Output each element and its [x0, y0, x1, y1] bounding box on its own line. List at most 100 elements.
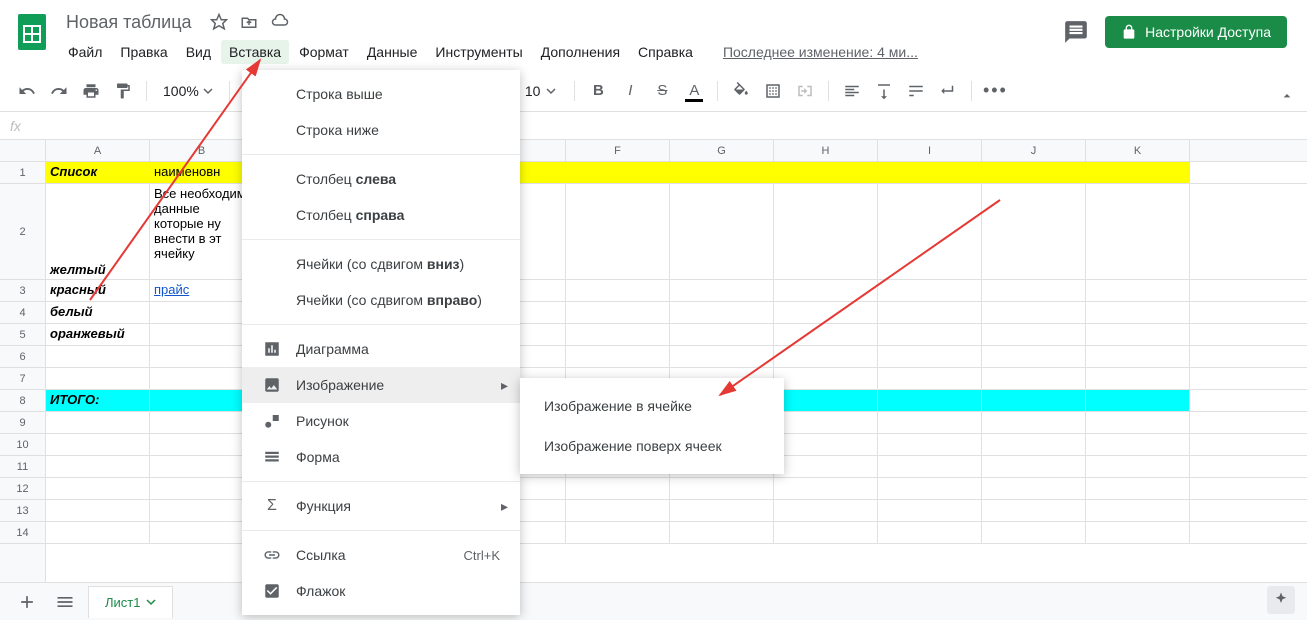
cell[interactable] [670, 346, 774, 367]
row-header[interactable]: 13 [0, 500, 45, 522]
collapse-toolbar-icon[interactable] [1275, 84, 1299, 108]
cell[interactable] [670, 500, 774, 521]
wrap-button[interactable] [901, 76, 931, 106]
cell[interactable] [982, 368, 1086, 389]
cell[interactable] [1086, 324, 1190, 345]
undo-button[interactable] [12, 76, 42, 106]
bold-button[interactable]: B [583, 76, 613, 106]
cell[interactable] [150, 368, 254, 389]
cell[interactable] [774, 412, 878, 433]
cell[interactable] [1086, 184, 1190, 279]
col-header[interactable]: F [566, 140, 670, 161]
cell[interactable] [46, 478, 150, 499]
cell[interactable]: белый [46, 302, 150, 323]
menu-row-above[interactable]: Строка выше [242, 76, 520, 112]
cell[interactable] [566, 478, 670, 499]
row-header[interactable]: 5 [0, 324, 45, 346]
borders-button[interactable] [758, 76, 788, 106]
comment-icon[interactable] [1063, 19, 1089, 45]
cell[interactable] [774, 434, 878, 455]
cell[interactable] [1086, 346, 1190, 367]
cell[interactable] [150, 324, 254, 345]
cell[interactable]: ИТОГО: [46, 390, 150, 411]
menu-row-below[interactable]: Строка ниже [242, 112, 520, 148]
last-edit-link[interactable]: Последнее изменение: 4 ми... [723, 44, 918, 60]
cell[interactable] [774, 324, 878, 345]
document-title[interactable]: Новая таблица [60, 10, 198, 35]
cell[interactable] [150, 302, 254, 323]
valign-button[interactable] [869, 76, 899, 106]
cell[interactable] [982, 500, 1086, 521]
col-header[interactable]: G [670, 140, 774, 161]
cell[interactable] [46, 456, 150, 477]
menu-col-left[interactable]: Столбец слева [242, 161, 520, 197]
col-header[interactable]: A [46, 140, 150, 161]
row-header[interactable]: 3 [0, 280, 45, 302]
add-sheet-button[interactable] [12, 587, 42, 617]
text-color-button[interactable]: A [679, 76, 709, 106]
cell[interactable] [150, 500, 254, 521]
cell[interactable] [566, 302, 670, 323]
menu-format[interactable]: Формат [291, 40, 357, 64]
menu-link[interactable]: СсылкаCtrl+K [242, 537, 520, 573]
cell[interactable] [774, 302, 878, 323]
cell[interactable] [878, 324, 982, 345]
cell[interactable] [982, 280, 1086, 301]
cell[interactable] [878, 478, 982, 499]
cell[interactable] [774, 522, 878, 543]
cell[interactable] [566, 500, 670, 521]
cell[interactable] [670, 302, 774, 323]
cell[interactable] [982, 478, 1086, 499]
cloud-icon[interactable] [270, 13, 290, 31]
row-header[interactable]: 9 [0, 412, 45, 434]
cell[interactable] [670, 280, 774, 301]
italic-button[interactable]: I [615, 76, 645, 106]
formula-bar[interactable]: fx [0, 112, 1307, 140]
share-button[interactable]: Настройки Доступа [1105, 16, 1287, 48]
menu-insert[interactable]: Вставка [221, 40, 289, 64]
cell[interactable] [878, 456, 982, 477]
cell[interactable] [1086, 280, 1190, 301]
cell[interactable] [46, 522, 150, 543]
cell[interactable] [878, 184, 982, 279]
cell[interactable] [878, 412, 982, 433]
menu-checkbox[interactable]: Флажок [242, 573, 520, 609]
row-header[interactable]: 6 [0, 346, 45, 368]
star-icon[interactable] [210, 13, 228, 31]
cell[interactable] [878, 302, 982, 323]
fontsize-select[interactable]: 10 [515, 79, 567, 103]
cell[interactable] [982, 522, 1086, 543]
cell[interactable] [1086, 522, 1190, 543]
cell[interactable] [774, 500, 878, 521]
menu-cells-down[interactable]: Ячейки (со сдвигом вниз) [242, 246, 520, 282]
row-header[interactable]: 2 [0, 184, 45, 280]
cell[interactable] [982, 184, 1086, 279]
col-header[interactable]: B [150, 140, 254, 161]
fill-color-button[interactable] [726, 76, 756, 106]
sheet-tab[interactable]: Лист1 [88, 586, 173, 618]
cell[interactable]: Все необходим данные которые ну внести в… [150, 184, 254, 279]
explore-button[interactable] [1267, 586, 1295, 614]
cell[interactable]: красный [46, 280, 150, 301]
menu-help[interactable]: Справка [630, 40, 701, 64]
cell[interactable] [774, 184, 878, 279]
cell[interactable] [982, 346, 1086, 367]
col-header[interactable]: J [982, 140, 1086, 161]
cell[interactable] [878, 390, 982, 411]
all-sheets-button[interactable] [50, 587, 80, 617]
menu-data[interactable]: Данные [359, 40, 426, 64]
cell[interactable] [670, 324, 774, 345]
submenu-image-over-cells[interactable]: Изображение поверх ячеек [520, 426, 784, 466]
menu-tools[interactable]: Инструменты [427, 40, 530, 64]
menu-file[interactable]: Файл [60, 40, 110, 64]
menu-edit[interactable]: Правка [112, 40, 175, 64]
cell[interactable] [566, 346, 670, 367]
cell[interactable] [566, 324, 670, 345]
cell[interactable] [150, 478, 254, 499]
col-header[interactable]: H [774, 140, 878, 161]
cell[interactable] [982, 324, 1086, 345]
cell[interactable] [150, 434, 254, 455]
cell[interactable] [1086, 456, 1190, 477]
sheets-logo[interactable] [12, 12, 52, 52]
row-header[interactable]: 14 [0, 522, 45, 544]
